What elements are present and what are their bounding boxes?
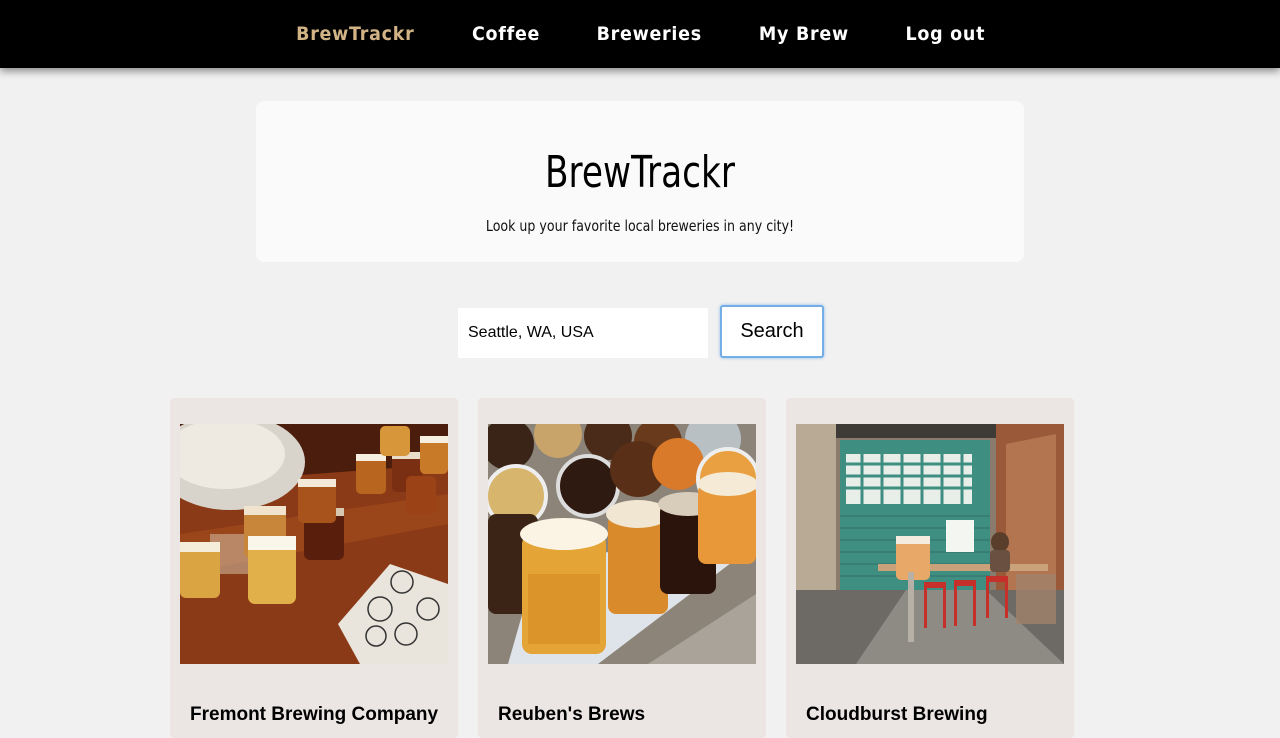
page-subtitle: Look up your favorite local breweries in… <box>485 217 795 235</box>
brewery-name: Fremont Brewing Company <box>190 704 439 725</box>
nav-logout-link[interactable]: Log out <box>906 23 986 45</box>
brewery-card-reubens[interactable]: Reuben's Brews <box>478 398 766 738</box>
top-navbar: BrewTrackr Coffee Breweries My Brew Log … <box>0 0 1280 68</box>
search-button[interactable]: Search <box>720 305 824 358</box>
hero-panel: BrewTrackr Look up your favorite local b… <box>256 101 1024 262</box>
taproom-interior-photo <box>796 424 1064 664</box>
city-search-input[interactable] <box>458 308 708 358</box>
brewery-card-fremont[interactable]: Fremont Brewing Company <box>170 398 458 738</box>
nav-brand-link[interactable]: BrewTrackr <box>296 23 414 45</box>
beer-glasses-photo <box>488 424 756 664</box>
nav-my-brew-link[interactable]: My Brew <box>759 23 849 45</box>
brewery-name: Cloudburst Brewing <box>806 704 988 725</box>
beer-flight-photo <box>180 424 448 664</box>
brewery-name: Reuben's Brews <box>498 704 646 725</box>
brewery-card-cloudburst[interactable]: Cloudburst Brewing <box>786 398 1074 738</box>
page-title: BrewTrackr <box>544 147 736 198</box>
nav-breweries-link[interactable]: Breweries <box>596 23 701 45</box>
nav-coffee-link[interactable]: Coffee <box>472 23 540 45</box>
